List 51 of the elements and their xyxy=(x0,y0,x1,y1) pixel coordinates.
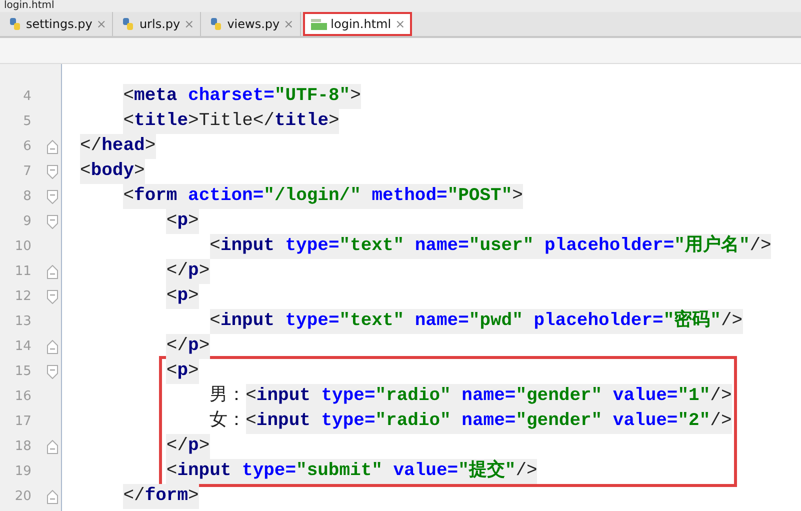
line-number: 18 xyxy=(14,439,32,454)
line-number: 8 xyxy=(22,189,32,204)
code-line: </form> xyxy=(80,484,801,509)
line-number: 12 xyxy=(14,289,32,304)
line-number: 13 xyxy=(14,314,32,329)
python-file-icon xyxy=(8,17,22,31)
code-line: <form action="/login/" method="POST"> xyxy=(80,184,801,209)
close-icon[interactable]: × xyxy=(395,17,406,31)
fold-marker-icon[interactable] xyxy=(46,290,58,304)
fold-marker-icon[interactable] xyxy=(46,164,58,178)
line-number: 11 xyxy=(14,264,32,279)
line-number: 9 xyxy=(22,214,32,229)
fold-marker-icon[interactable] xyxy=(46,214,58,228)
fold-marker-icon[interactable] xyxy=(46,140,58,154)
fold-marker-icon[interactable] xyxy=(46,440,58,454)
code-line: <p> xyxy=(80,284,801,309)
line-number: 19 xyxy=(14,464,32,479)
code-line: <p> xyxy=(166,359,732,384)
code-line: </p> xyxy=(80,259,801,284)
code-line: </head> xyxy=(80,134,801,159)
python-file-icon xyxy=(209,17,224,31)
line-number: 17 xyxy=(14,414,32,429)
line-number: 5 xyxy=(22,114,32,129)
fold-marker-icon[interactable] xyxy=(46,490,58,504)
fold-marker-icon[interactable] xyxy=(46,364,58,378)
line-number: 6 xyxy=(22,139,32,154)
line-number: 7 xyxy=(22,164,32,179)
code-line: 男：<input type="radio" name="gender" value="1"/> xyxy=(166,384,732,409)
breadcrumb[interactable]: login.html xyxy=(4,0,54,12)
html-file-icon xyxy=(310,18,327,30)
fold-marker-icon[interactable] xyxy=(46,340,58,354)
code-line: <meta charset="UTF-8"> xyxy=(80,84,801,109)
line-number: 4 xyxy=(22,89,32,104)
fold-marker-icon[interactable] xyxy=(46,190,58,204)
line-number: 14 xyxy=(14,339,32,354)
code-line: <input type="text" name="user" placeholder="用户名"/> xyxy=(80,234,801,259)
line-number: 20 xyxy=(14,489,32,504)
line-number: 15 xyxy=(14,364,32,379)
code-line: <p> xyxy=(80,209,801,234)
editor-tab[interactable]: login.html × xyxy=(302,12,412,36)
code-line: <body> xyxy=(80,159,801,184)
code-line: </p> xyxy=(166,434,732,459)
fold-marker-icon[interactable] xyxy=(46,264,58,278)
code-line: </p> xyxy=(80,334,801,359)
line-number: 10 xyxy=(14,239,32,254)
code-line: <title>Title</title> xyxy=(80,109,801,134)
code-line: <input type="submit" value="提交"/> xyxy=(166,459,732,484)
code-line: <input type="text" name="pwd" placeholder="密码"/> xyxy=(80,309,801,334)
code-line: 女：<input type="radio" name="gender" value="2"/> xyxy=(166,409,732,434)
python-file-icon xyxy=(121,17,136,31)
line-number: 16 xyxy=(14,389,32,404)
